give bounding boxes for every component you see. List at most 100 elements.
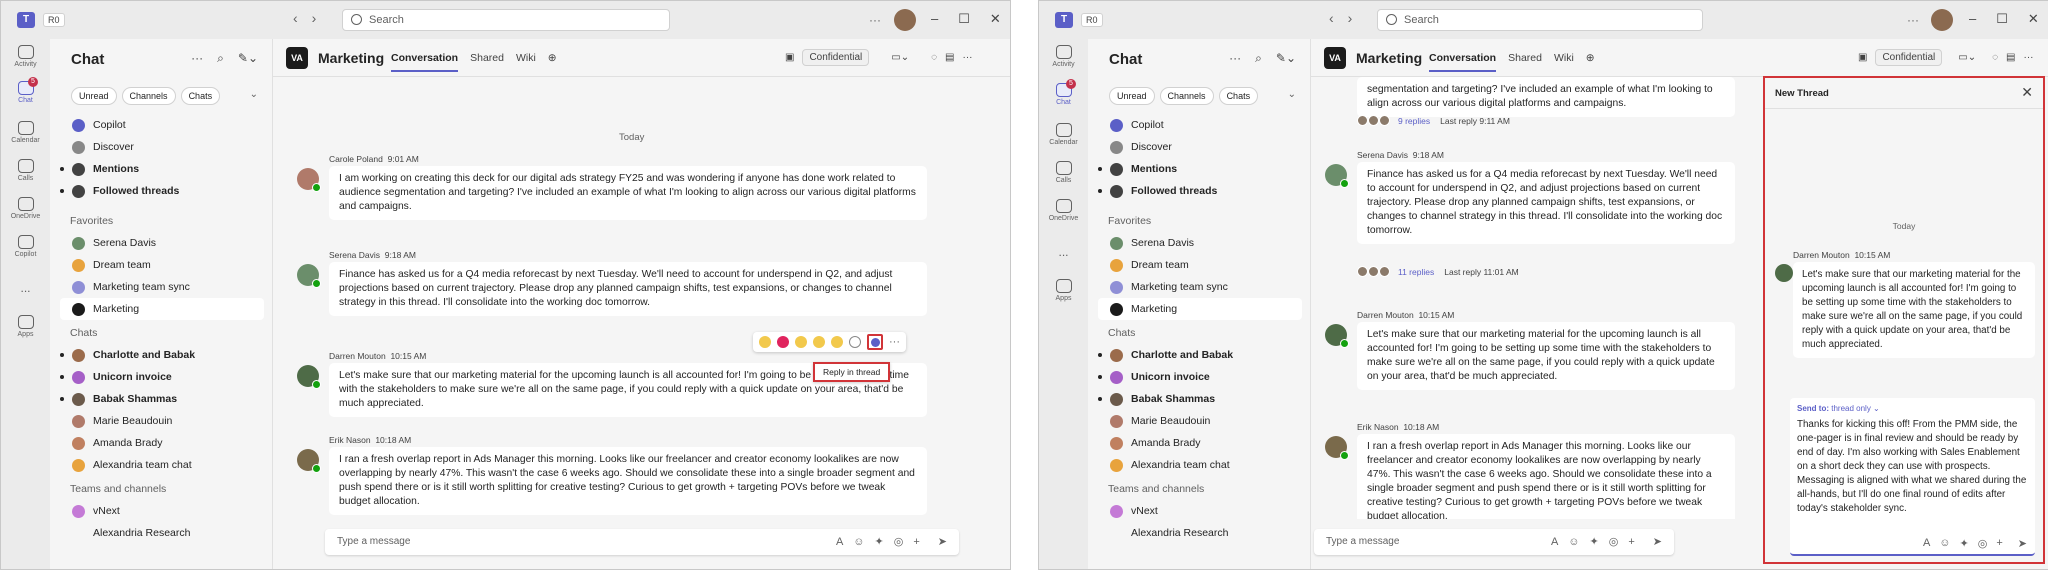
tab-conversation[interactable]: Conversation: [391, 52, 459, 72]
add-tab-icon[interactable]: ⊕: [548, 52, 557, 72]
sidebar-item[interactable]: Marie Beaudouin: [1098, 410, 1302, 432]
participants-icon[interactable]: ▤: [2006, 52, 2015, 63]
thread-reply-box[interactable]: Send to: thread only ⌄ Thanks for kickin…: [1790, 398, 2035, 556]
sidebar-actions[interactable]: ··· ⌕ ✎⌄: [191, 51, 258, 66]
add-reaction-icon[interactable]: [849, 336, 861, 348]
sidebar-item[interactable]: Copilot: [1098, 114, 1302, 136]
avatar[interactable]: [1775, 264, 1793, 282]
avatar[interactable]: [297, 168, 321, 192]
chat-bubble-icon[interactable]: ◌: [1992, 52, 1998, 63]
rail-calendar[interactable]: Calendar: [1039, 123, 1088, 146]
surprised-emoji-icon[interactable]: [813, 336, 825, 348]
compose-box[interactable]: Type a message A ☺ ✦ ◎ + ➤: [325, 529, 959, 555]
more-icon[interactable]: ···: [1907, 13, 1919, 27]
sidebar-item[interactable]: vNext: [1098, 500, 1302, 522]
rail-activity[interactable]: Activity: [1, 45, 50, 68]
tab-shared[interactable]: Shared: [1508, 52, 1542, 72]
sidebar-item[interactable]: Alexandria team chat: [60, 454, 264, 476]
sidebar-item[interactable]: Marie Beaudouin: [60, 410, 264, 432]
sidebar-item[interactable]: Followed threads: [60, 180, 264, 202]
sidebar-item[interactable]: Unicorn invoice: [60, 366, 264, 388]
sensitivity-icon[interactable]: ▣: [785, 52, 794, 63]
profile-avatar[interactable]: [1931, 9, 1953, 31]
thread-replies[interactable]: 11 replies Last reply 11:01 AM: [1357, 266, 1519, 277]
sidebar-item[interactable]: Copilot: [60, 114, 264, 136]
sidebar-item[interactable]: Marketing: [1098, 298, 1302, 320]
video-icon[interactable]: ▭⌄: [891, 52, 909, 63]
avatar[interactable]: [297, 449, 321, 473]
confidential-label[interactable]: Confidential: [802, 49, 870, 66]
sidebar-item[interactable]: Marketing team sync: [60, 276, 264, 298]
sidebar-item[interactable]: Babak Shammas: [60, 388, 264, 410]
search-input[interactable]: Search: [342, 9, 670, 31]
profile-avatar[interactable]: [894, 9, 916, 31]
rail-chat[interactable]: 5 Chat: [1, 77, 50, 104]
reply-in-thread-button[interactable]: [867, 334, 883, 350]
sidebar-item[interactable]: Discover: [60, 136, 264, 158]
filter-chats[interactable]: Chats: [1218, 87, 1259, 105]
filter-chats[interactable]: Chats: [180, 87, 221, 105]
more-icon[interactable]: ···: [869, 13, 881, 27]
rail-calls[interactable]: Calls: [1, 159, 50, 182]
rail-more[interactable]: ...: [1, 281, 50, 295]
rail-chat[interactable]: 5 Chat: [1039, 79, 1088, 106]
filter-channels[interactable]: Channels: [1159, 87, 1214, 105]
rail-copilot[interactable]: Copilot: [1, 235, 50, 258]
sidebar-item[interactable]: Followed threads: [1098, 180, 1302, 202]
rail-activity[interactable]: Activity: [1039, 45, 1088, 68]
avatar[interactable]: [1325, 164, 1349, 188]
sad-emoji-icon[interactable]: [831, 336, 843, 348]
confidential-label[interactable]: Confidential: [1875, 49, 1943, 66]
sidebar-item[interactable]: Marketing team sync: [1098, 276, 1302, 298]
sidebar-item[interactable]: Mentions: [1098, 158, 1302, 180]
filter-unread[interactable]: Unread: [1109, 87, 1155, 105]
sidebar-item[interactable]: Marketing: [60, 298, 264, 320]
avatar[interactable]: [297, 365, 321, 389]
avatar[interactable]: [1325, 436, 1349, 460]
chevron-down-icon[interactable]: ⌄: [1288, 89, 1296, 100]
rail-apps[interactable]: Apps: [1, 315, 50, 338]
tab-shared[interactable]: Shared: [470, 52, 504, 72]
sidebar-item[interactable]: Alexandria Research: [60, 522, 264, 544]
compose-tools[interactable]: A ☺ ✦ ◎ + ➤: [1923, 537, 2027, 550]
nav-arrows[interactable]: ‹›: [1329, 10, 1366, 26]
sidebar-item[interactable]: Serena Davis: [1098, 232, 1302, 254]
more-icon[interactable]: ···: [889, 336, 900, 348]
sidebar-item[interactable]: Discover: [1098, 136, 1302, 158]
sidebar-item[interactable]: Amanda Brady: [1098, 432, 1302, 454]
sidebar-actions[interactable]: ··· ⌕ ✎⌄: [1229, 51, 1296, 66]
tab-wiki[interactable]: Wiki: [1554, 52, 1574, 72]
filter-channels[interactable]: Channels: [121, 87, 176, 105]
sensitivity-icon[interactable]: ▣: [1858, 52, 1867, 63]
rail-onedrive[interactable]: OneDrive: [1039, 199, 1088, 222]
avatar[interactable]: [1325, 324, 1349, 348]
sidebar-item[interactable]: Mentions: [60, 158, 264, 180]
rail-more[interactable]: ...: [1039, 245, 1088, 259]
chat-bubble-icon[interactable]: ◌: [931, 52, 937, 63]
sidebar-item[interactable]: Serena Davis: [60, 232, 264, 254]
sidebar-item[interactable]: Charlotte and Babak: [1098, 344, 1302, 366]
sidebar-item[interactable]: Babak Shammas: [1098, 388, 1302, 410]
sidebar-item[interactable]: Dream team: [60, 254, 264, 276]
sidebar-item[interactable]: Alexandria Research: [1098, 522, 1302, 544]
rail-calendar[interactable]: Calendar: [1, 121, 50, 144]
more-icon[interactable]: ···: [963, 52, 973, 63]
search-input[interactable]: Search: [1377, 9, 1703, 31]
send-to-selector[interactable]: Send to: thread only ⌄: [1797, 404, 1880, 413]
sidebar-item[interactable]: Unicorn invoice: [1098, 366, 1302, 388]
video-icon[interactable]: ▭⌄: [1958, 52, 1976, 63]
window-controls[interactable]: – ☐ ✕: [1969, 11, 2039, 27]
rail-onedrive[interactable]: OneDrive: [1, 197, 50, 220]
nav-arrows[interactable]: ‹›: [293, 10, 330, 26]
rail-calls[interactable]: Calls: [1039, 161, 1088, 184]
add-tab-icon[interactable]: ⊕: [1586, 52, 1595, 72]
tab-conversation[interactable]: Conversation: [1429, 52, 1497, 72]
like-emoji-icon[interactable]: [759, 336, 771, 348]
avatar[interactable]: [297, 264, 321, 288]
tab-wiki[interactable]: Wiki: [516, 52, 536, 72]
sidebar-item[interactable]: Amanda Brady: [60, 432, 264, 454]
close-icon[interactable]: ✕: [2021, 84, 2033, 101]
thread-replies[interactable]: 9 replies Last reply 9:11 AM: [1357, 115, 1510, 126]
chevron-down-icon[interactable]: ⌄: [250, 89, 258, 100]
reply-draft-text[interactable]: Thanks for kicking this off! From the PM…: [1797, 418, 2028, 516]
